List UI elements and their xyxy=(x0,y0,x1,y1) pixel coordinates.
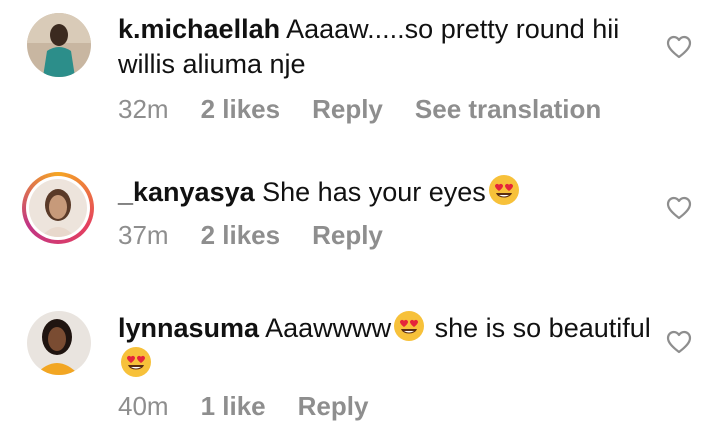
comment-meta: 32m 2 likes Reply See translation xyxy=(118,94,633,125)
comment-body-continued: she is so beautiful xyxy=(427,313,651,343)
heart-outline-icon[interactable] xyxy=(666,35,692,59)
comment-text: k.michaellah Aaaaw.....so pretty round h… xyxy=(118,12,658,82)
comment-meta: 40m 1 like Reply xyxy=(118,391,400,422)
reply-button[interactable]: Reply xyxy=(298,391,369,422)
comment-username[interactable]: _kanyasya xyxy=(118,177,255,207)
avatar-photo xyxy=(27,13,91,77)
reply-button[interactable]: Reply xyxy=(312,220,383,251)
comment-likes[interactable]: 2 likes xyxy=(201,220,281,251)
comment-username[interactable]: k.michaellah xyxy=(118,14,280,44)
heart-eyes-emoji xyxy=(488,174,520,206)
comment-likes[interactable]: 1 like xyxy=(201,391,266,422)
comment-time: 32m xyxy=(118,94,169,124)
heart-eyes-emoji xyxy=(393,310,425,342)
comment-time: 37m xyxy=(118,220,169,250)
comment-text: _kanyasya She has your eyes xyxy=(118,174,658,210)
heart-eyes-emoji xyxy=(120,346,152,378)
comment-body: She has your eyes xyxy=(262,177,486,207)
heart-outline-icon[interactable] xyxy=(666,196,692,220)
comment-body: Aaawwww xyxy=(265,313,392,343)
user-avatar[interactable] xyxy=(27,311,91,375)
comment-meta: 37m 2 likes Reply xyxy=(118,220,415,251)
see-translation-button[interactable]: See translation xyxy=(415,94,601,125)
comment-time: 40m xyxy=(118,391,169,421)
avatar-photo xyxy=(27,311,91,375)
comment-likes[interactable]: 2 likes xyxy=(201,94,281,125)
heart-outline-icon[interactable] xyxy=(666,330,692,354)
story-ring-avatar[interactable] xyxy=(22,172,94,244)
user-avatar[interactable] xyxy=(27,13,91,77)
avatar-photo xyxy=(29,179,87,237)
comment-username[interactable]: lynnasuma xyxy=(118,313,259,343)
comment-text: lynnasuma Aaawwww she is so beautiful xyxy=(118,310,658,382)
reply-button[interactable]: Reply xyxy=(312,94,383,125)
